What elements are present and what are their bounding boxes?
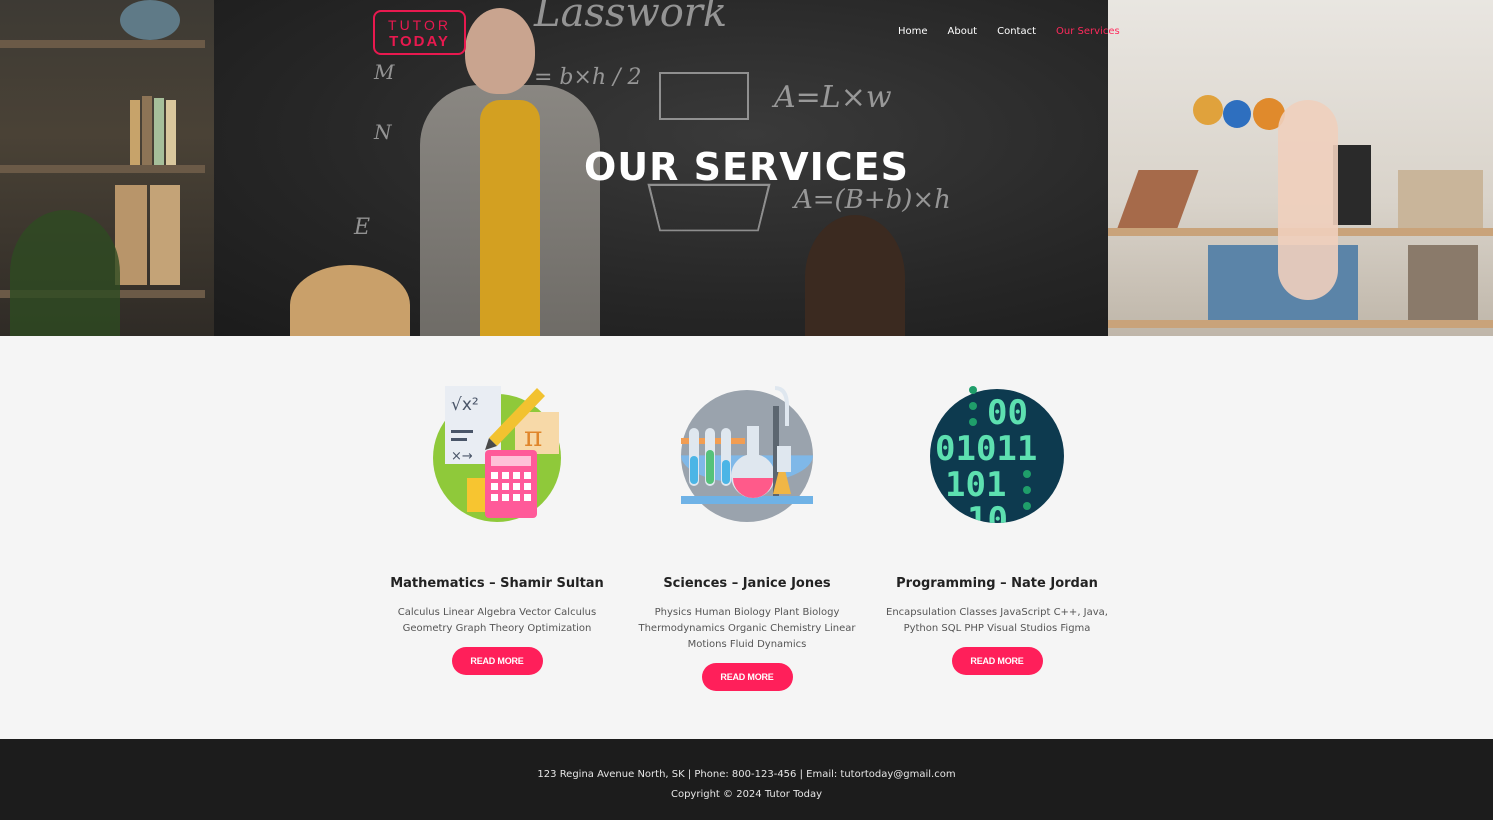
hero-banner: Lasswork = b×h / 2 A=L×w A=(B+b)×h M N E…: [0, 0, 1493, 336]
read-more-button-mathematics[interactable]: READ MORE: [451, 647, 543, 675]
service-card-sciences: Sciences – Janice Jones Physics Human Bi…: [632, 386, 862, 691]
brand-logo-line2: TODAY: [389, 33, 450, 50]
read-more-button-programming[interactable]: READ MORE: [951, 647, 1043, 675]
service-description: Calculus Linear Algebra Vector Calculus …: [397, 607, 597, 634]
nav-item-contact[interactable]: Contact: [997, 26, 1036, 37]
service-card-programming: 00 01011 101 10 Programming – Nate Jorda…: [882, 386, 1112, 675]
math-icon: √x² ×→ π: [427, 386, 567, 526]
student-head-right: [805, 215, 905, 336]
svg-text:10: 10: [967, 500, 1008, 526]
nav-item-home[interactable]: Home: [898, 26, 928, 37]
teacher-shirt: [480, 100, 540, 336]
nav-item-about[interactable]: About: [948, 26, 978, 37]
svg-text:101: 101: [945, 465, 1006, 505]
service-title: Mathematics – Shamir Sultan: [390, 576, 604, 591]
service-title: Programming – Nate Jordan: [896, 576, 1098, 591]
read-more-button-sciences[interactable]: READ MORE: [701, 663, 793, 691]
service-description: Physics Human Biology Plant Biology Ther…: [638, 607, 856, 650]
footer-copyright: Copyright © 2024 Tutor Today: [670, 789, 823, 800]
footer-contact-info: 123 Regina Avenue North, SK | Phone: 800…: [537, 769, 956, 780]
svg-text:π: π: [524, 420, 542, 453]
service-description: Encapsulation Classes JavaScript C++, Ja…: [886, 607, 1108, 634]
lab-flask-icon: [677, 386, 817, 526]
site-footer: 123 Regina Avenue North, SK | Phone: 800…: [0, 739, 1493, 820]
svg-text:00: 00: [987, 393, 1028, 433]
brand-logo-line1: TUTOR: [388, 17, 451, 33]
svg-text:√x²: √x²: [451, 395, 479, 415]
service-title: Sciences – Janice Jones: [663, 576, 831, 591]
main-nav: Home About Contact Our Services: [898, 26, 1120, 37]
page-title: OUR SERVICES: [584, 145, 909, 189]
service-card-mathematics: √x² ×→ π Mathematics – Shamir Sultan Cal…: [382, 386, 612, 675]
student-head-left: [290, 265, 410, 336]
brand-logo[interactable]: TUTOR TODAY: [373, 10, 466, 55]
svg-text:×→: ×→: [451, 449, 473, 464]
nav-item-our-services[interactable]: Our Services: [1056, 26, 1120, 37]
binary-code-icon: 00 01011 101 10: [927, 386, 1067, 526]
teacher-head: [465, 8, 535, 94]
svg-text:01011: 01011: [935, 429, 1037, 469]
